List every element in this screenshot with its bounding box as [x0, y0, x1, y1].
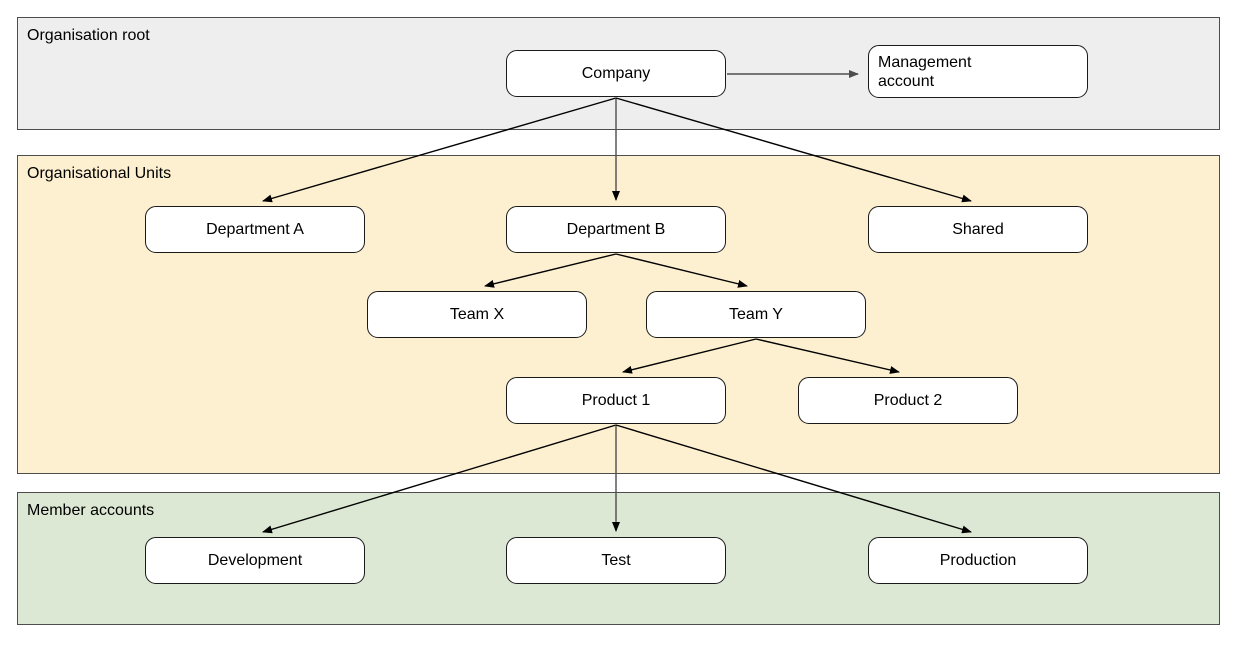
edge-product-1-to-development — [262, 424, 617, 534]
node-label-test: Test — [601, 552, 631, 569]
node-label-development: Development — [207, 552, 303, 569]
node-production[interactable]: Production — [868, 537, 1088, 584]
node-department-b[interactable]: Department B — [506, 206, 726, 253]
edge-company-to-shared — [615, 97, 972, 203]
node-company[interactable]: Company — [506, 50, 726, 97]
node-label-team-y: Team Y — [729, 306, 783, 323]
edge-company-to-department-a — [262, 97, 617, 203]
node-label-product-1: Product 1 — [581, 392, 651, 409]
node-label-company: Company — [581, 65, 651, 82]
node-management-account[interactable]: Management account — [868, 45, 1088, 98]
node-label-production: Production — [939, 552, 1017, 569]
edge-department-b-to-team-x — [484, 253, 617, 288]
node-label-team-x: Team X — [449, 306, 505, 323]
node-label-shared: Shared — [952, 221, 1004, 238]
node-development[interactable]: Development — [145, 537, 365, 584]
edge-team-y-to-product-1 — [622, 338, 757, 374]
node-team-y[interactable]: Team Y — [646, 291, 866, 338]
node-shared[interactable]: Shared — [868, 206, 1088, 253]
node-label-product-2: Product 2 — [873, 392, 943, 409]
node-label-department-a: Department A — [206, 221, 304, 238]
node-label-department-b: Department B — [566, 221, 666, 238]
node-department-a[interactable]: Department A — [145, 206, 365, 253]
node-label-management-account: Management account — [878, 53, 972, 90]
edge-department-b-to-team-y — [615, 253, 748, 288]
node-product-1[interactable]: Product 1 — [506, 377, 726, 424]
node-product-2[interactable]: Product 2 — [798, 377, 1018, 424]
edge-team-y-to-product-2 — [755, 338, 900, 374]
edge-product-1-to-production — [615, 424, 972, 534]
node-test[interactable]: Test — [506, 537, 726, 584]
node-team-x[interactable]: Team X — [367, 291, 587, 338]
diagram-canvas: Organisation root Organisational Units M… — [0, 0, 1238, 648]
